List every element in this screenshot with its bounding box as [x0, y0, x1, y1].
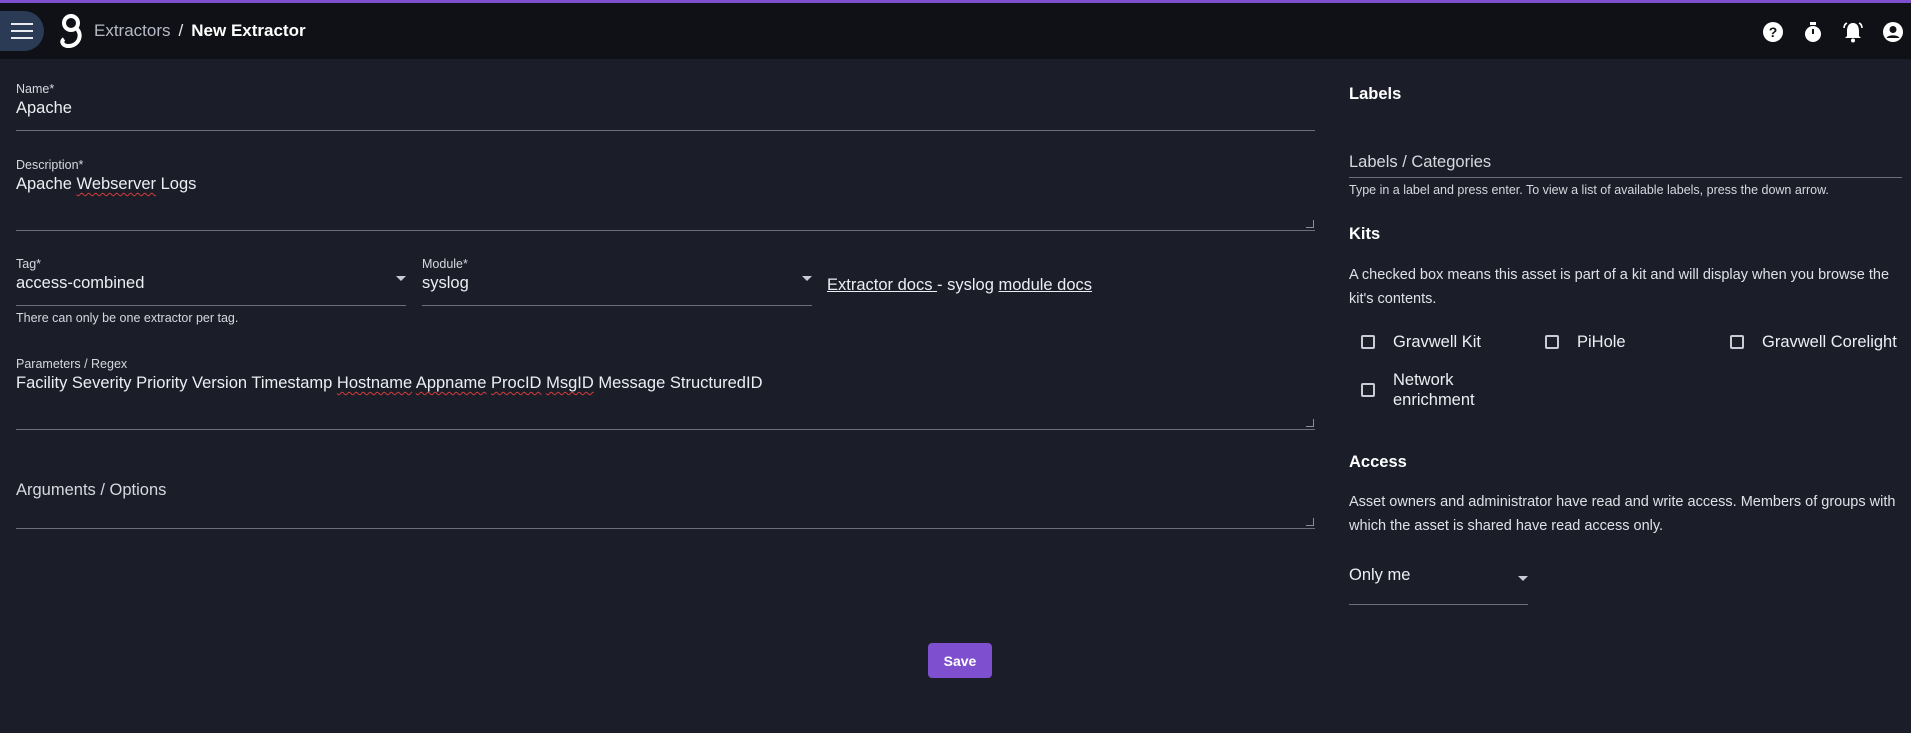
- menu-icon: [11, 23, 33, 39]
- top-app-bar: Extractors / New Extractor ?: [0, 0, 1911, 59]
- name-label: Name*: [16, 82, 55, 96]
- page-title: New Extractor: [191, 21, 306, 40]
- module-label: Module*: [422, 257, 468, 271]
- parameters-input[interactable]: Facility Severity Priority Version Times…: [16, 374, 1315, 393]
- labels-helper-text: Type in a label and press enter. To view…: [1349, 183, 1829, 197]
- kits-heading: Kits: [1349, 225, 1381, 243]
- access-heading: Access: [1349, 453, 1407, 471]
- checkbox-icon[interactable]: [1361, 383, 1375, 397]
- tag-label: Tag*: [16, 257, 42, 271]
- name-underline: [16, 130, 1315, 131]
- access-value: Only me: [1349, 566, 1411, 584]
- arguments-underline: [16, 528, 1315, 529]
- access-description: Asset owners and administrator have read…: [1349, 494, 1896, 534]
- bell-icon[interactable]: [1841, 20, 1865, 44]
- access-dropdown-icon[interactable]: [1518, 576, 1528, 581]
- parameter-token-misspelled: ProcID: [491, 374, 542, 392]
- description-label: Description*: [16, 158, 84, 172]
- parameter-token-misspelled: Hostname: [336, 374, 413, 392]
- kit-checkbox-gravwell-corelight[interactable]: Gravwell Corelight: [1730, 332, 1897, 352]
- access-select[interactable]: Only me: [1349, 566, 1528, 605]
- arguments-placeholder: Arguments / Options: [16, 481, 167, 499]
- parameters-resize-handle[interactable]: [1306, 419, 1314, 427]
- description-text-misspelled: Webserver: [76, 175, 157, 193]
- kit-label: Gravwell Corelight: [1762, 333, 1897, 351]
- parameters-underline: [16, 429, 1315, 430]
- module-value: syslog: [422, 274, 469, 292]
- description-resize-handle[interactable]: [1306, 220, 1314, 228]
- parameter-token-misspelled: MsgID: [546, 374, 594, 392]
- description-input[interactable]: Apache Webserver Logs: [16, 175, 1315, 194]
- account-icon[interactable]: [1881, 20, 1905, 44]
- kit-label: Gravwell Kit: [1393, 333, 1482, 351]
- description-underline: [16, 230, 1315, 231]
- kits-description: A checked box means this asset is part o…: [1349, 267, 1890, 307]
- extractor-docs-link[interactable]: Extractor docs: [827, 276, 937, 294]
- help-icon[interactable]: ?: [1761, 20, 1785, 44]
- parameters-field[interactable]: Parameters / Regex Facility Severity Pri…: [16, 357, 1315, 430]
- breadcrumb-separator: /: [178, 21, 184, 40]
- gravwell-logo-icon[interactable]: [58, 13, 84, 49]
- arguments-field[interactable]: Arguments / Options: [16, 478, 1315, 529]
- kit-checkbox-pihole[interactable]: PiHole: [1545, 332, 1626, 352]
- description-field[interactable]: Description* Apache Webserver Logs: [16, 158, 1315, 231]
- checkbox-icon[interactable]: [1361, 335, 1375, 349]
- labels-placeholder: Labels / Categories: [1349, 153, 1492, 171]
- kit-label: Network enrichment: [1393, 371, 1475, 409]
- parameter-token-misspelled: Appname: [415, 374, 487, 392]
- tag-value: access-combined: [16, 274, 145, 292]
- tag-underline: [16, 305, 406, 306]
- description-text: Apache: [16, 175, 77, 193]
- module-underline: [422, 305, 812, 306]
- arguments-resize-handle[interactable]: [1306, 518, 1314, 526]
- checkbox-icon[interactable]: [1545, 335, 1559, 349]
- name-input[interactable]: Apache: [16, 99, 1315, 118]
- tag-helper-text: There can only be one extractor per tag.: [16, 311, 239, 325]
- module-docs-link[interactable]: module docs: [998, 276, 1092, 294]
- labels-underline: [1349, 177, 1902, 178]
- tag-dropdown-icon[interactable]: [396, 276, 406, 281]
- parameter-text: Message StructuredID: [593, 374, 763, 392]
- tag-select[interactable]: Tag* access-combined: [16, 257, 406, 306]
- docs-links: Extractor docs - syslog module docs: [827, 276, 1092, 295]
- save-button[interactable]: Save: [928, 643, 992, 678]
- menu-button[interactable]: [0, 11, 44, 51]
- description-text-end: Logs: [156, 175, 197, 193]
- checkbox-icon[interactable]: [1730, 335, 1744, 349]
- timer-icon[interactable]: [1801, 20, 1825, 44]
- breadcrumb: Extractors / New Extractor: [94, 21, 306, 41]
- labels-input[interactable]: Labels / Categories: [1349, 153, 1902, 178]
- module-select[interactable]: Module* syslog: [422, 257, 812, 306]
- kit-checkbox-network-enrichment[interactable]: Network enrichment: [1361, 370, 1483, 410]
- kit-label: PiHole: [1577, 333, 1626, 351]
- parameters-label: Parameters / Regex: [16, 357, 128, 371]
- access-underline: [1349, 604, 1528, 605]
- top-icons-group: ?: [1761, 20, 1905, 44]
- module-dropdown-icon[interactable]: [802, 276, 812, 281]
- docs-separator: - syslog: [937, 276, 999, 294]
- labels-heading: Labels: [1349, 85, 1402, 103]
- parameter-text: Facility Severity Priority Version Times…: [16, 374, 337, 392]
- breadcrumb-extractors-link[interactable]: Extractors: [94, 21, 171, 41]
- kit-checkbox-gravwell-kit[interactable]: Gravwell Kit: [1361, 332, 1481, 352]
- svg-text:?: ?: [1769, 24, 1778, 40]
- name-field[interactable]: Name* Apache: [16, 82, 1315, 131]
